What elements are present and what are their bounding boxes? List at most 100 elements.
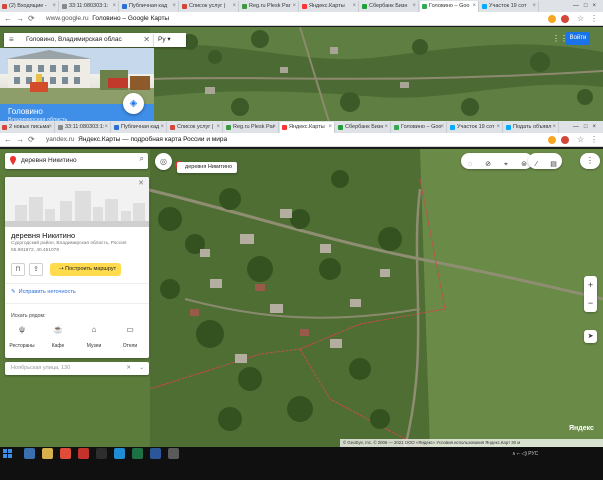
close-tab-icon[interactable]: × (112, 1, 116, 12)
ruler-icon[interactable]: ⁄ (528, 157, 545, 173)
menu-icon[interactable]: ⋮ (590, 135, 598, 145)
extension-icon[interactable] (548, 136, 556, 144)
url-text[interactable]: yandex.ru Яндекс.Карты — подробная карта… (46, 135, 227, 145)
browser-tab[interactable]: 2 новых письма × (0, 122, 55, 133)
fix-inaccuracy-link[interactable]: ✎ Исправить неточность (11, 289, 76, 295)
app-icon[interactable] (168, 448, 179, 459)
bookmark-button[interactable]: ⊓ (11, 263, 25, 276)
close-tab-icon[interactable]: × (52, 1, 56, 12)
browser-tab[interactable]: Публичная кад × (120, 1, 179, 12)
close-tab-icon[interactable]: × (328, 122, 332, 133)
extension-icon[interactable] (561, 136, 569, 144)
close-tab-icon[interactable]: × (552, 122, 556, 133)
close-tab-icon[interactable]: × (216, 122, 220, 133)
close-icon[interactable]: ✕ (138, 179, 144, 187)
forward-icon[interactable]: → (16, 14, 24, 24)
start-button[interactable] (3, 449, 13, 459)
compass-button[interactable]: ◎ (155, 153, 172, 170)
layers-icon[interactable]: ◌ (461, 157, 479, 173)
share-button[interactable]: ⇪ (29, 263, 43, 276)
browser-tab[interactable]: Reg.ru Plesk Par × (240, 1, 299, 12)
my-location-button[interactable]: ➤ (584, 330, 597, 343)
browser-tab[interactable]: Сбербанк Бизн × (360, 1, 419, 12)
search-icon[interactable]: ⌕ (140, 154, 144, 164)
close-tab-icon[interactable]: × (272, 122, 276, 133)
star-icon[interactable]: ☆ (577, 135, 584, 145)
app-icon[interactable] (96, 448, 107, 459)
pin-label[interactable]: деревня Никитино (177, 162, 238, 173)
close-tab-icon[interactable]: × (232, 1, 236, 12)
menu-icon[interactable]: ⋮ (590, 14, 598, 24)
yandex-search-box[interactable]: деревня Никитино ⌕ (5, 153, 148, 169)
yandex-browser-icon[interactable] (78, 448, 89, 459)
url-text[interactable]: www.google.ru Головино – Google Карты (46, 14, 169, 24)
folder-icon[interactable] (42, 448, 53, 459)
nearby-restaurants[interactable]: ψ Рестораны (7, 325, 37, 349)
hamburger-icon[interactable]: ≡ (9, 33, 14, 47)
nearby-hotels[interactable]: ▭ Отели (115, 325, 145, 349)
browser-tab[interactable]: 33:11:080303:1: × (56, 122, 111, 133)
browser-tab[interactable]: Публичная кад × (112, 122, 167, 133)
extension-icon[interactable] (548, 15, 556, 23)
close-tab-icon[interactable]: × (496, 122, 500, 133)
browser-tab[interactable]: Яндекс.Карты × (300, 1, 359, 12)
close-tab-icon[interactable]: × (172, 1, 176, 12)
excel-icon[interactable] (132, 448, 143, 459)
window-controls[interactable]: —□× (573, 0, 601, 12)
address-input[interactable]: Ноябрьская улица, 130 ✕ ⌄ (5, 362, 149, 375)
browser-tab[interactable]: Яндекс.Карты × (280, 122, 335, 133)
nearby-cafes[interactable]: ☕ Кафе (43, 325, 73, 349)
close-tab-icon[interactable]: × (412, 1, 416, 12)
forward-icon[interactable]: → (16, 135, 24, 145)
reload-icon[interactable]: ⟳ (28, 135, 35, 145)
directions-button[interactable]: ◈ (123, 93, 144, 114)
browser-tab[interactable]: Сбербанк Бизн × (336, 122, 391, 133)
clear-icon[interactable]: ✕ (143, 33, 150, 47)
browser-tab[interactable]: Reg.ru Plesk Par × (224, 122, 279, 133)
explorer-icon[interactable] (24, 448, 35, 459)
zoom-in-button[interactable]: + (584, 276, 597, 294)
back-icon[interactable]: ← (4, 135, 12, 145)
close-tab-icon[interactable]: × (532, 1, 536, 12)
browser-tab[interactable]: Подать объявл × (504, 122, 559, 133)
chrome-icon[interactable] (60, 448, 71, 459)
traffic-icon[interactable]: ⊘ (479, 157, 497, 173)
clear-icon[interactable]: ✕ (126, 362, 131, 375)
browser-tab[interactable]: Список услуг | × (168, 122, 223, 133)
close-tab-icon[interactable]: × (160, 122, 164, 133)
browser-tab[interactable]: Участок 19 сот × (480, 1, 539, 12)
chevron-down-icon[interactable]: ⌄ (139, 362, 144, 375)
close-tab-icon[interactable]: × (472, 1, 476, 12)
address-bar[interactable]: ← → ⟳ www.google.ru Головино – Google Ка… (0, 12, 603, 26)
window-controls[interactable]: —□× (573, 121, 601, 133)
close-tab-icon[interactable]: × (440, 122, 444, 133)
close-tab-icon[interactable]: × (384, 122, 388, 133)
star-icon[interactable]: ☆ (577, 14, 584, 24)
place-coordinates[interactable]: 55.981872, 40.451078 (11, 248, 59, 253)
print-icon[interactable]: ▤ (545, 157, 562, 173)
nearby-museums[interactable]: ⌂ Музеи (79, 325, 109, 349)
route-button[interactable]: ⇢ Построить маршрут (50, 263, 121, 276)
zoom-out-button[interactable]: − (584, 294, 597, 312)
browser-tab[interactable]: Участок 19 сот × (448, 122, 503, 133)
word-icon[interactable] (150, 448, 161, 459)
close-tab-icon[interactable]: × (292, 1, 296, 12)
language-select[interactable]: Ру ▾ (154, 33, 186, 47)
close-tab-icon[interactable]: × (104, 122, 108, 133)
address-bar[interactable]: ← → ⟳ yandex.ru Яндекс.Карты — подробная… (0, 133, 603, 147)
reload-icon[interactable]: ⟳ (28, 14, 35, 24)
account-button[interactable]: ⋮ (580, 153, 600, 169)
panorama-icon[interactable]: ⌖ (497, 157, 515, 173)
close-tab-icon[interactable]: × (48, 122, 52, 133)
skype-icon[interactable] (114, 448, 125, 459)
browser-tab[interactable]: Головино – Goo × (420, 1, 479, 12)
google-search-box[interactable]: ≡ Головино, Владимирская облас ✕ (4, 33, 154, 47)
browser-tab[interactable]: Головино – Goo × (392, 122, 447, 133)
search-input[interactable]: деревня Никитино (21, 153, 77, 169)
extension-icon[interactable] (561, 15, 569, 23)
close-tab-icon[interactable]: × (352, 1, 356, 12)
search-input[interactable]: Головино, Владимирская облас (26, 33, 134, 47)
browser-tab[interactable]: Список услуг | × (180, 1, 239, 12)
system-tray[interactable]: ∧ ⌐ ◁) РУС (512, 449, 538, 459)
back-icon[interactable]: ← (4, 14, 12, 24)
